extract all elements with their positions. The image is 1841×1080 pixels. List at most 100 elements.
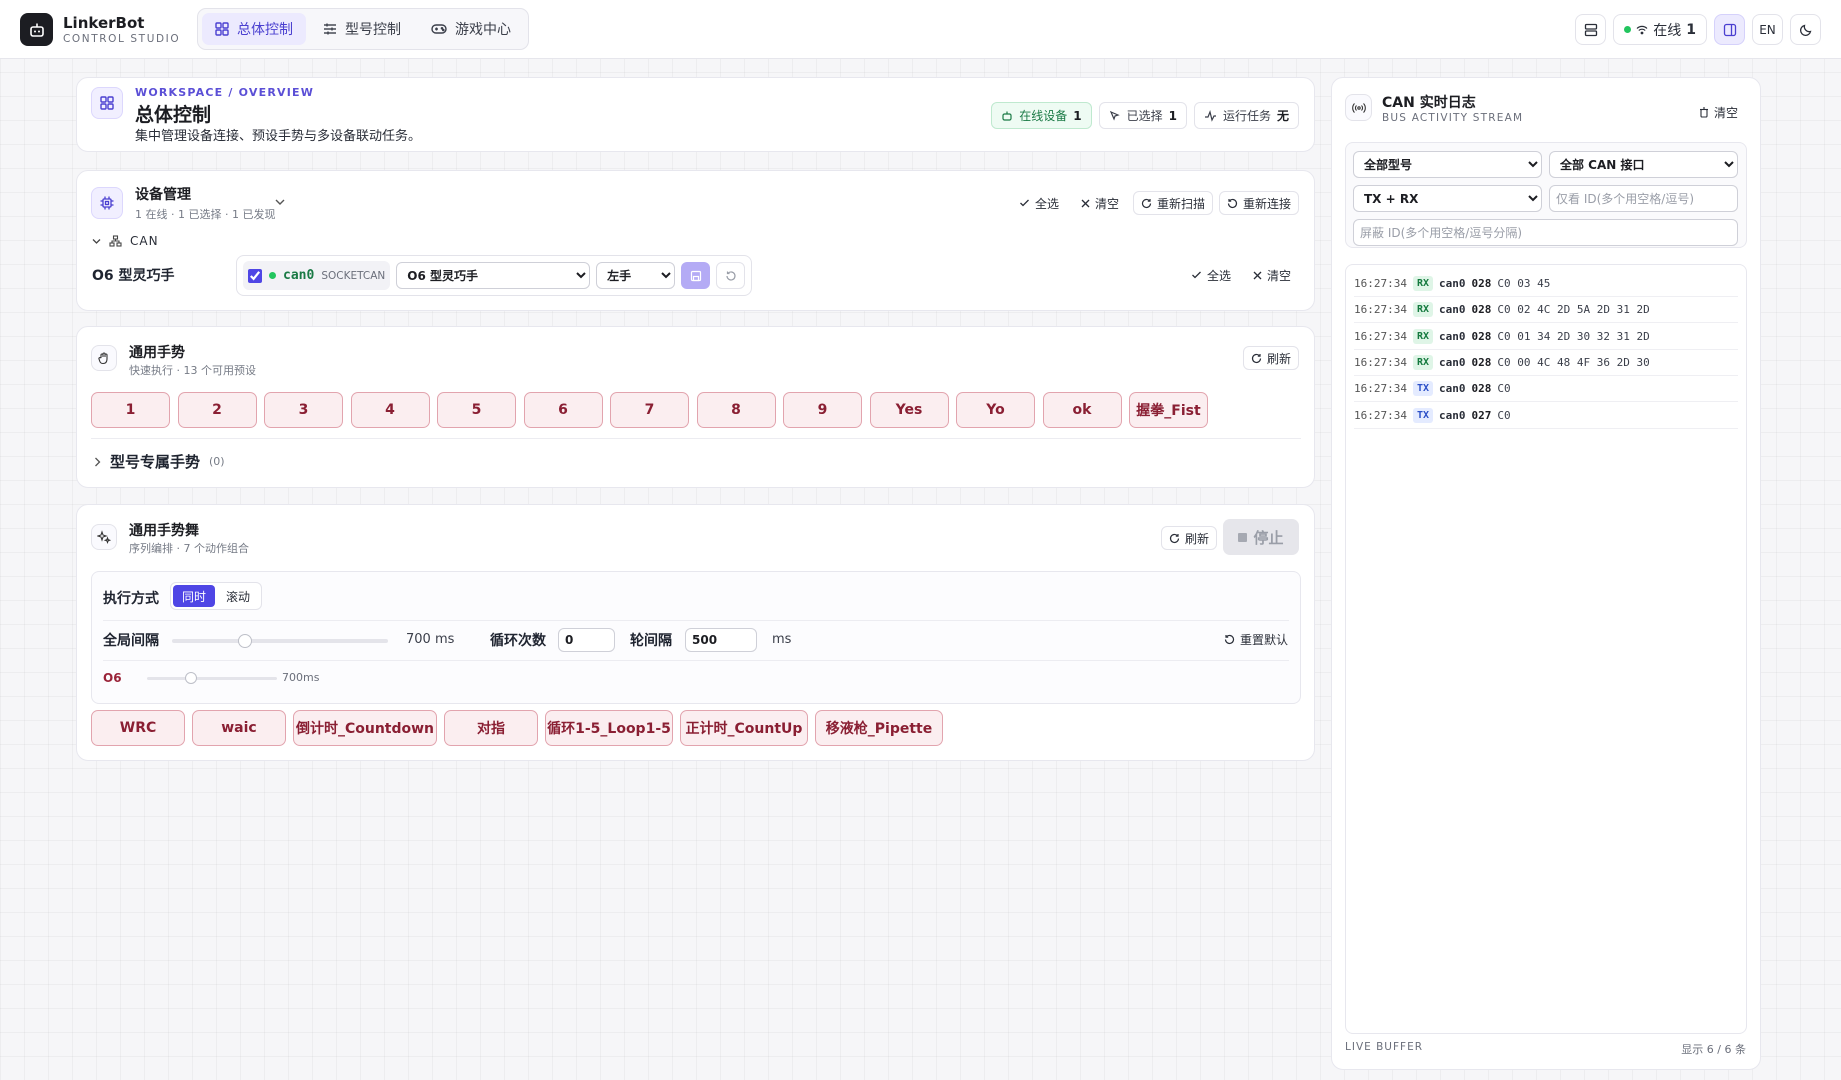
mode-rolling[interactable]: 滚动 [217, 585, 259, 607]
only-id-input[interactable] [1549, 185, 1738, 212]
can-log-title: CAN 实时日志 [1382, 95, 1476, 111]
dance-button[interactable]: 对指 [444, 710, 538, 746]
log-direction: RX [1412, 328, 1434, 344]
global-interval-label: 全局间隔 [103, 633, 159, 649]
row-select-all-button[interactable]: 全选 [1183, 263, 1239, 287]
device-interval-slider[interactable] [147, 672, 277, 684]
log-direction: TX [1412, 407, 1434, 423]
top-right-controls: 在线 1 EN [1575, 14, 1821, 45]
reset-default-button[interactable]: 重置默认 [1216, 627, 1296, 651]
reset-device-button[interactable] [716, 262, 745, 289]
device-management-title: 设备管理 [135, 187, 191, 203]
gestures-refresh-button[interactable]: 刷新 [1242, 346, 1299, 370]
gesture-button[interactable]: Yes [869, 392, 949, 428]
can-log-clear-button[interactable]: 清空 [1691, 100, 1746, 124]
dance-button[interactable]: waic [192, 710, 286, 746]
row-select-all-label: 全选 [1206, 268, 1231, 283]
panel-toggle-button[interactable] [1714, 14, 1745, 45]
clear-button[interactable]: 清空 [1073, 191, 1127, 215]
server-icon [1584, 23, 1598, 37]
log-interface: can0 [1439, 329, 1466, 343]
dance-button[interactable]: 移液枪_Pipette [815, 710, 943, 746]
collapse-chevron-icon[interactable] [274, 197, 286, 207]
gesture-button[interactable]: 1 [91, 392, 170, 428]
dance-refresh-button[interactable]: 刷新 [1160, 526, 1217, 550]
save-button[interactable] [681, 262, 711, 289]
log-interface: can0 [1439, 277, 1466, 290]
gesture-button[interactable]: 9 [783, 392, 862, 428]
log-interface: can0 [1439, 355, 1466, 369]
select-all-button[interactable]: 全选 [1011, 191, 1067, 215]
dance-subtitle: 序列编排 · 7 个动作组合 [129, 542, 249, 555]
interface-filter-select[interactable]: 全部 CAN 接口 [1549, 151, 1738, 178]
tab-model-control[interactable]: 型号控制 [310, 13, 414, 45]
loop-count-label: 循环次数 [490, 633, 546, 649]
device-checkbox[interactable] [248, 268, 262, 283]
model-select[interactable]: O6 型灵巧手 [396, 262, 591, 289]
gesture-button[interactable]: ok [1042, 392, 1122, 428]
sliders-icon [323, 22, 337, 36]
gesture-button[interactable]: 3 [264, 392, 343, 428]
device-interval-thumb[interactable] [185, 672, 198, 684]
global-interval-slider[interactable] [172, 634, 388, 648]
gesture-button[interactable]: 7 [610, 392, 689, 428]
chevron-down-icon [92, 238, 101, 245]
hand-icon [91, 345, 117, 371]
refresh-icon [1251, 353, 1262, 364]
dance-button[interactable]: 正计时_CountUp [680, 710, 808, 746]
moon-icon [1799, 23, 1813, 37]
gesture-button[interactable]: 2 [177, 392, 257, 428]
gestures-subtitle: 快速执行 · 13 个可用预设 [129, 364, 256, 377]
gesture-button[interactable]: Yo [956, 392, 1035, 428]
device-actions: 全选 清空 重新扫描 重新连接 [1011, 191, 1299, 215]
running-tasks-label: 运行任务 [1222, 109, 1271, 123]
tab-overview[interactable]: 总体控制 [202, 13, 306, 45]
server-button[interactable] [1575, 14, 1607, 45]
block-id-input[interactable] [1353, 219, 1738, 246]
dance-button[interactable]: 倒计时_Countdown [293, 710, 437, 746]
dance-button[interactable]: WRC [91, 710, 185, 746]
row-clear-button[interactable]: 清空 [1245, 263, 1299, 287]
gesture-button[interactable]: 6 [523, 392, 603, 428]
x-icon [1253, 271, 1262, 280]
x-icon [1081, 199, 1090, 208]
online-status-button[interactable]: 在线 1 [1613, 14, 1707, 45]
can-group-header[interactable]: CAN [92, 234, 159, 248]
theme-toggle-button[interactable] [1790, 14, 1821, 45]
wifi-icon [1636, 25, 1648, 35]
log-id: 028 [1471, 277, 1492, 290]
language-button[interactable]: EN [1752, 14, 1783, 45]
log-data: C0 01 34 2D 30 32 31 2D [1497, 329, 1650, 343]
log-data: C0 [1497, 408, 1511, 422]
gesture-button[interactable]: 握拳_Fist [1129, 392, 1208, 428]
main-nav: 总体控制 型号控制 游戏中心 [197, 8, 529, 50]
divider [91, 438, 1301, 439]
log-row: 16:27:34 RX can0 028 C0 00 4C 48 4F 36 2D 30 [1354, 350, 1738, 376]
hand-select[interactable]: 左手 [596, 262, 676, 289]
interface-chip: can0 SOCKETCAN [243, 261, 391, 290]
mode-simultaneous[interactable]: 同时 [173, 585, 216, 607]
reconnect-button[interactable]: 重新连接 [1218, 191, 1299, 215]
can-log-panel: CAN 实时日志 BUS ACTIVITY STREAM 清空 全部型号 全部 … [1331, 77, 1761, 1070]
rescan-button[interactable]: 重新扫描 [1132, 191, 1213, 215]
gesture-button[interactable]: 4 [350, 392, 430, 428]
dance-title: 通用手势舞 [129, 523, 199, 539]
gesture-button[interactable]: 8 [696, 392, 776, 428]
rotate-icon [1227, 198, 1238, 209]
loop-count-input[interactable] [558, 628, 615, 652]
stop-button[interactable]: 停止 [1223, 519, 1299, 555]
model-specific-toggle[interactable]: 型号专属手势 (0) [94, 451, 225, 472]
global-interval-thumb[interactable] [238, 634, 253, 648]
running-tasks-stat: 运行任务 无 [1193, 102, 1299, 129]
online-dot-icon [1624, 26, 1632, 33]
round-interval-input[interactable] [685, 628, 757, 652]
gesture-button[interactable]: 5 [437, 392, 516, 428]
can-log-clear-label: 清空 [1713, 105, 1738, 120]
direction-filter-select[interactable]: TX + RX [1353, 185, 1542, 212]
tab-game-center[interactable]: 游戏中心 [418, 13, 524, 45]
refresh-icon [1169, 533, 1180, 544]
dance-button[interactable]: 循环1-5_Loop1-5 [545, 710, 673, 746]
log-data: C0 03 45 [1497, 277, 1551, 290]
overview-card: WORKSPACE / OVERVIEW 总体控制 集中管理设备连接、预设手势与… [76, 77, 1315, 152]
model-filter-select[interactable]: 全部型号 [1353, 151, 1542, 178]
